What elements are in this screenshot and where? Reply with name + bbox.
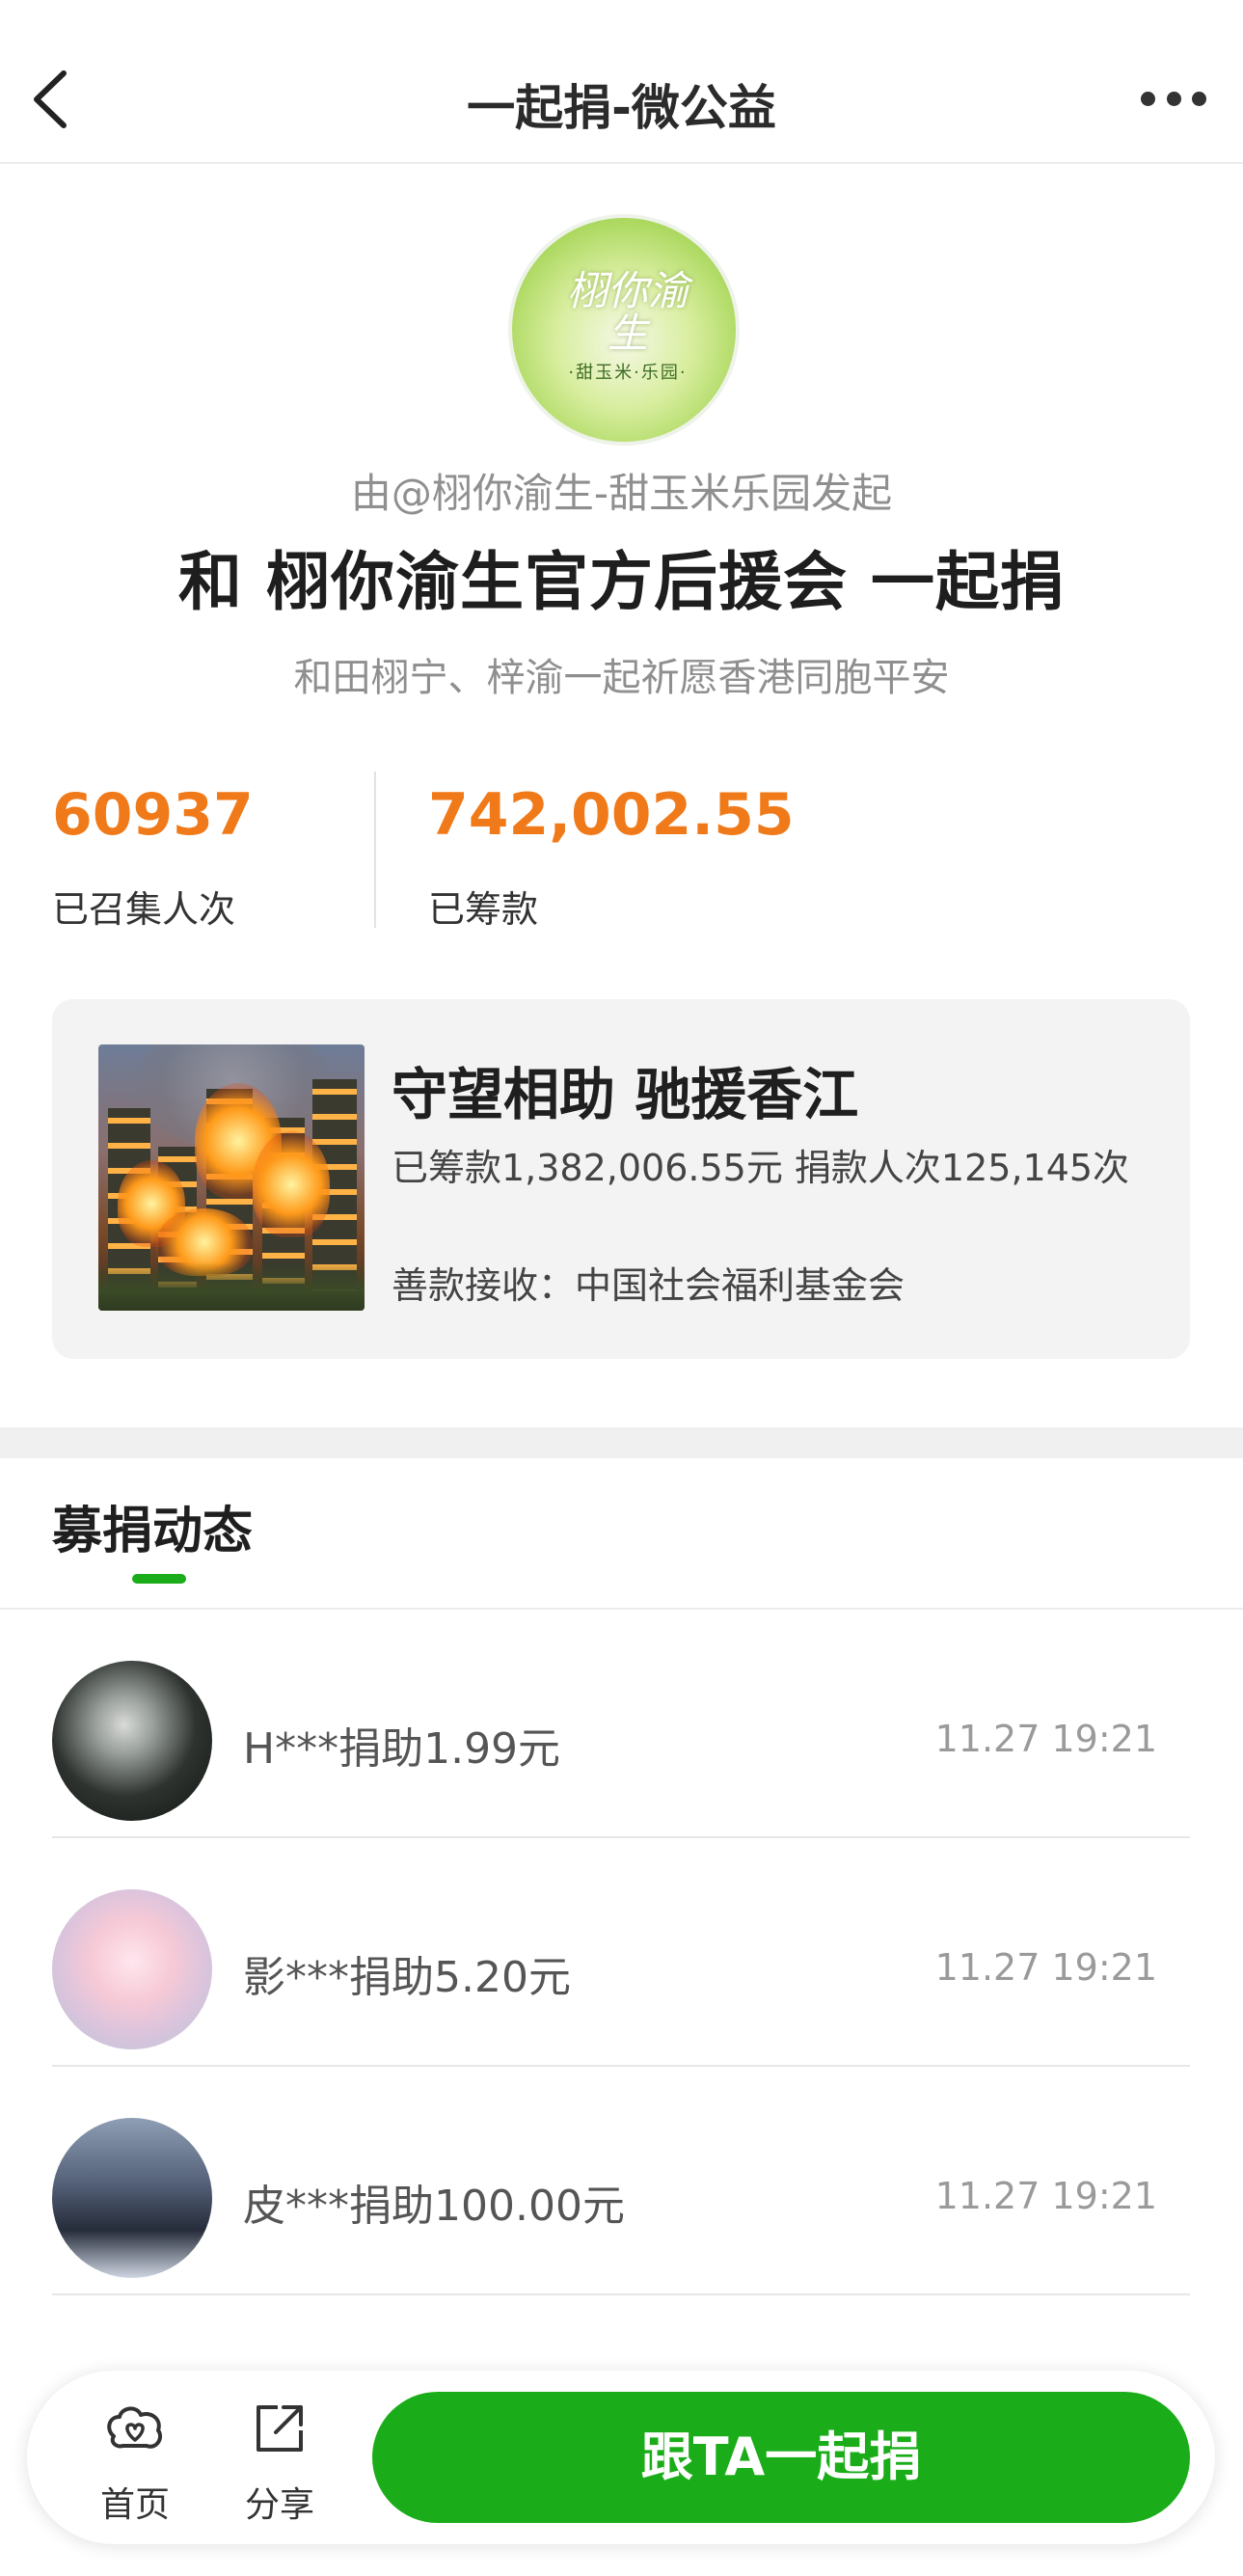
organizer-avatar[interactable]: 栩你渝生 ·甜玉米·乐园· xyxy=(508,214,740,446)
page-title: 一起捐-微公益 xyxy=(467,80,776,136)
project-card[interactable]: 守望相助 驰援香江 已筹款1,382,006.55元 捐款人次125,145次 … xyxy=(52,999,1190,1359)
share-label: 分享 xyxy=(244,2485,314,2525)
share-icon xyxy=(257,2405,303,2452)
charity-home-icon xyxy=(107,2406,163,2449)
stats-divider xyxy=(374,772,376,928)
donate-together-button[interactable]: 跟TA一起捐 xyxy=(372,2392,1190,2523)
campaign-title: 和 栩你渝生官方后援会 一起捐 xyxy=(178,545,1065,619)
raised-label: 已筹款 xyxy=(428,888,539,931)
participants-label: 已召集人次 xyxy=(52,888,236,931)
avatar xyxy=(52,2118,212,2278)
logo-lettering: 栩你渝生 xyxy=(566,267,689,357)
list-item[interactable]: 皮***捐助100.00元 11.27 19:21 xyxy=(52,2067,1190,2295)
project-receiver: 善款接收：中国社会福利基金会 xyxy=(392,1264,905,1307)
donation-time: 11.27 19:21 xyxy=(934,1718,1157,1760)
project-title: 守望相助 驰援香江 xyxy=(392,1062,859,1127)
participants-count: 60937 xyxy=(52,781,254,849)
project-stats: 已筹款1,382,006.55元 捐款人次125,145次 xyxy=(392,1147,1130,1189)
project-thumbnail xyxy=(98,1044,365,1311)
share-button[interactable]: 分享 xyxy=(230,2398,326,2525)
raised-amount: 742,002.55 xyxy=(428,781,795,849)
donation-text: 皮***捐助100.00元 xyxy=(243,2182,625,2231)
campaign-subtitle: 和田栩宁、梓渝一起祈愿香港同胞平安 xyxy=(293,656,950,700)
tab-donation-feed[interactable]: 募捐动态 xyxy=(52,1490,253,1562)
list-item[interactable]: H***捐助1.99元 11.27 19:21 xyxy=(52,1610,1190,1838)
top-bar: 一起捐-微公益 xyxy=(0,0,1243,164)
home-label: 首页 xyxy=(99,2485,170,2525)
avatar xyxy=(52,1661,212,1821)
avatar xyxy=(52,1889,212,2049)
ellipsis-icon xyxy=(1141,91,1155,106)
donation-time: 11.27 19:21 xyxy=(934,1946,1157,1989)
tab-active-indicator xyxy=(132,1574,186,1584)
donation-text: 影***捐助5.20元 xyxy=(243,1953,571,2002)
logo-subtext: ·甜玉米·乐园· xyxy=(568,363,688,383)
more-options-button[interactable] xyxy=(1141,89,1206,108)
initiator-text[interactable]: 由@栩你渝生-甜玉米乐园发起 xyxy=(0,461,1243,520)
section-divider xyxy=(0,1427,1243,1458)
donation-text: H***捐助1.99元 xyxy=(243,1724,561,1774)
donation-time: 11.27 19:21 xyxy=(934,2175,1157,2217)
bottom-action-bar: 首页 分享 跟TA一起捐 xyxy=(27,2371,1215,2544)
home-button[interactable]: 首页 xyxy=(85,2398,181,2525)
list-item[interactable]: 影***捐助5.20元 11.27 19:21 xyxy=(52,1838,1190,2067)
